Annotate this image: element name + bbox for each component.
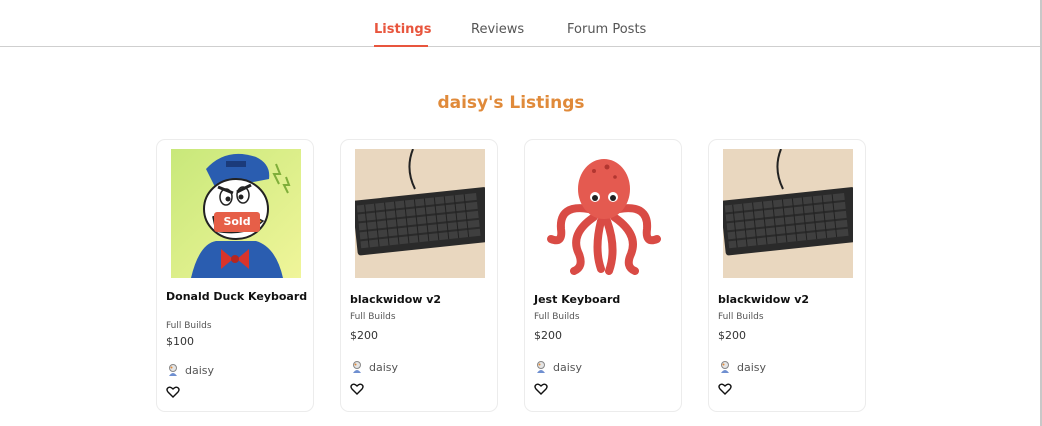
listing-price: $200 xyxy=(534,329,562,342)
heart-icon[interactable] xyxy=(350,382,364,396)
listing-category: Full Builds xyxy=(718,312,764,322)
listing-image[interactable] xyxy=(539,149,669,278)
keyboard-image xyxy=(723,149,853,278)
tab-listings[interactable]: Listings xyxy=(374,22,431,47)
listing-price: $200 xyxy=(350,329,378,342)
listing-image[interactable] xyxy=(723,149,853,278)
listing-card[interactable]: Jest Keyboard Full Builds $200 daisy xyxy=(524,139,682,412)
page-title: daisy's Listings xyxy=(437,93,585,113)
seller-info[interactable]: daisy xyxy=(534,359,582,375)
listing-image[interactable]: Sold xyxy=(171,149,301,278)
tab-forum-posts[interactable]: Forum Posts xyxy=(567,22,646,47)
profile-tabs: Listings Reviews Forum Posts xyxy=(0,0,1040,47)
listing-category: Full Builds xyxy=(166,321,212,331)
heart-icon[interactable] xyxy=(534,382,548,396)
listing-category: Full Builds xyxy=(534,312,580,322)
listing-title[interactable]: blackwidow v2 xyxy=(350,293,492,307)
seller-name: daisy xyxy=(553,360,583,374)
avatar xyxy=(350,360,364,374)
listing-category: Full Builds xyxy=(350,312,396,322)
listing-price: $200 xyxy=(718,329,746,342)
listing-image[interactable] xyxy=(355,149,485,278)
seller-info[interactable]: daisy xyxy=(718,359,766,375)
heart-icon[interactable] xyxy=(718,382,732,396)
listing-price: $100 xyxy=(166,335,194,348)
listing-card[interactable]: Sold Donald Duck Keyboard Full Builds $1… xyxy=(156,139,314,412)
profile-page: Listings Reviews Forum Posts daisy's Lis… xyxy=(0,0,1042,426)
listing-card[interactable]: blackwidow v2 Full Builds $200 daisy xyxy=(708,139,866,412)
seller-name: daisy xyxy=(185,363,215,377)
avatar xyxy=(166,363,180,377)
keyboard-image xyxy=(355,149,485,278)
sold-badge: Sold xyxy=(214,212,260,232)
listing-card[interactable]: blackwidow v2 Full Builds $200 daisy xyxy=(340,139,498,412)
tab-reviews[interactable]: Reviews xyxy=(471,22,524,47)
listing-title[interactable]: Jest Keyboard xyxy=(534,293,676,307)
avatar xyxy=(718,360,732,374)
listing-title[interactable]: Donald Duck Keyboard xyxy=(166,290,308,304)
seller-name: daisy xyxy=(737,360,767,374)
octopus-image xyxy=(539,149,669,278)
seller-info[interactable]: daisy xyxy=(166,362,214,378)
seller-name: daisy xyxy=(369,360,399,374)
listing-title[interactable]: blackwidow v2 xyxy=(718,293,860,307)
avatar xyxy=(534,360,548,374)
seller-info[interactable]: daisy xyxy=(350,359,398,375)
heart-icon[interactable] xyxy=(166,385,180,399)
